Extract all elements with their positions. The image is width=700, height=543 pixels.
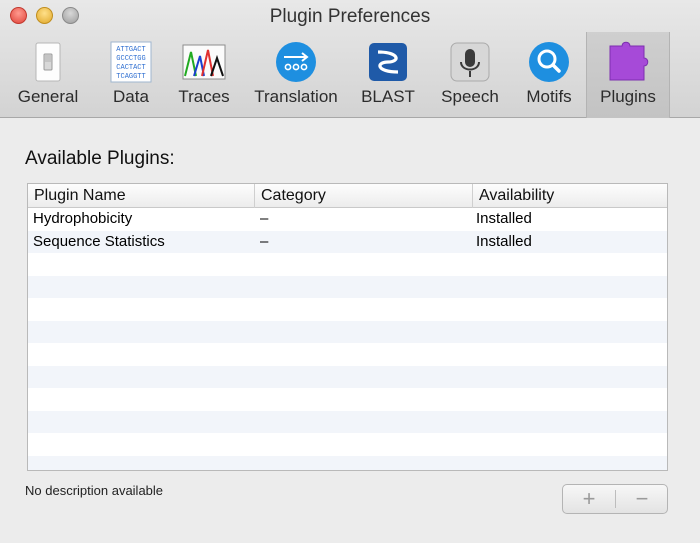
tab-general[interactable]: General — [12, 32, 84, 118]
empty-row — [28, 365, 667, 388]
tab-blast-label: BLAST — [361, 87, 415, 106]
empty-row — [28, 388, 667, 411]
empty-row — [28, 275, 667, 298]
add-plugin-button[interactable]: + — [563, 485, 615, 513]
blast-icon — [369, 43, 407, 81]
cell-category: – — [260, 232, 269, 250]
empty-row — [28, 298, 667, 321]
table-body: Hydrophobicity – Installed Sequence Stat… — [28, 208, 667, 470]
cell-plugin-name: Hydrophobicity — [33, 210, 133, 227]
puzzle-piece-icon — [609, 41, 649, 81]
tab-translation-label: Translation — [254, 87, 338, 106]
column-plugin-name[interactable]: Plugin Name — [28, 184, 254, 208]
data-icon-line-1: ATTGACT — [116, 46, 145, 54]
table-row[interactable]: Hydrophobicity – Installed — [28, 208, 667, 231]
empty-row — [28, 433, 667, 456]
cell-availability: Installed — [476, 232, 532, 250]
tab-translation[interactable]: Translation — [246, 32, 346, 118]
empty-row — [28, 343, 667, 366]
cell-plugin-name: Sequence Statistics — [33, 232, 165, 250]
plugin-description: No description available — [25, 483, 164, 498]
tab-data[interactable]: ATTGACT GCCCTGG CACTACT TCAGGTT Data — [96, 32, 166, 118]
tab-traces[interactable]: Traces — [170, 32, 238, 118]
cell-category: – — [260, 210, 269, 227]
plugins-table: Plugin Name Category Availability Hydrop… — [27, 183, 668, 471]
tab-general-label: General — [17, 87, 79, 106]
tab-speech[interactable]: Speech — [434, 32, 506, 118]
table-header: Plugin Name Category Availability — [28, 184, 667, 208]
tab-plugins-label: Plugins — [600, 87, 656, 106]
data-icon-line-2: GCCCTGG — [116, 55, 145, 63]
cell-availability: Installed — [476, 210, 532, 227]
chromatogram-icon — [182, 44, 226, 80]
tab-motifs-label: Motifs — [526, 87, 572, 106]
tab-blast[interactable]: BLAST — [358, 32, 418, 118]
available-plugins-title: Available Plugins: — [25, 148, 175, 169]
empty-row — [28, 410, 667, 433]
tab-motifs[interactable]: Motifs — [516, 32, 582, 118]
tab-traces-label: Traces — [178, 87, 230, 106]
switch-icon — [35, 42, 61, 82]
column-availability[interactable]: Availability — [472, 184, 667, 208]
empty-row — [28, 253, 667, 276]
remove-plugin-button[interactable]: − — [616, 485, 668, 513]
window-title: Plugin Preferences — [269, 6, 431, 27]
data-icon-line-4: TCAGGTT — [116, 73, 145, 81]
microphone-icon — [450, 42, 490, 82]
table-row[interactable]: Sequence Statistics – Installed — [28, 230, 667, 253]
add-remove-control: + − — [562, 484, 668, 514]
tab-speech-label: Speech — [441, 87, 499, 106]
tab-plugins[interactable]: Plugins — [586, 32, 670, 118]
empty-row — [28, 320, 667, 343]
magnifier-icon — [529, 42, 569, 82]
window-titlebar: Plugin Preferences General ATTGACT GCCCT… — [0, 0, 700, 118]
empty-row — [28, 455, 667, 470]
translation-icon — [276, 42, 316, 82]
sequence-data-icon: ATTGACT GCCCTGG CACTACT TCAGGTT — [110, 41, 152, 83]
data-icon-line-3: CACTACT — [116, 64, 145, 72]
column-category[interactable]: Category — [254, 184, 472, 208]
tab-data-label: Data — [113, 87, 149, 106]
